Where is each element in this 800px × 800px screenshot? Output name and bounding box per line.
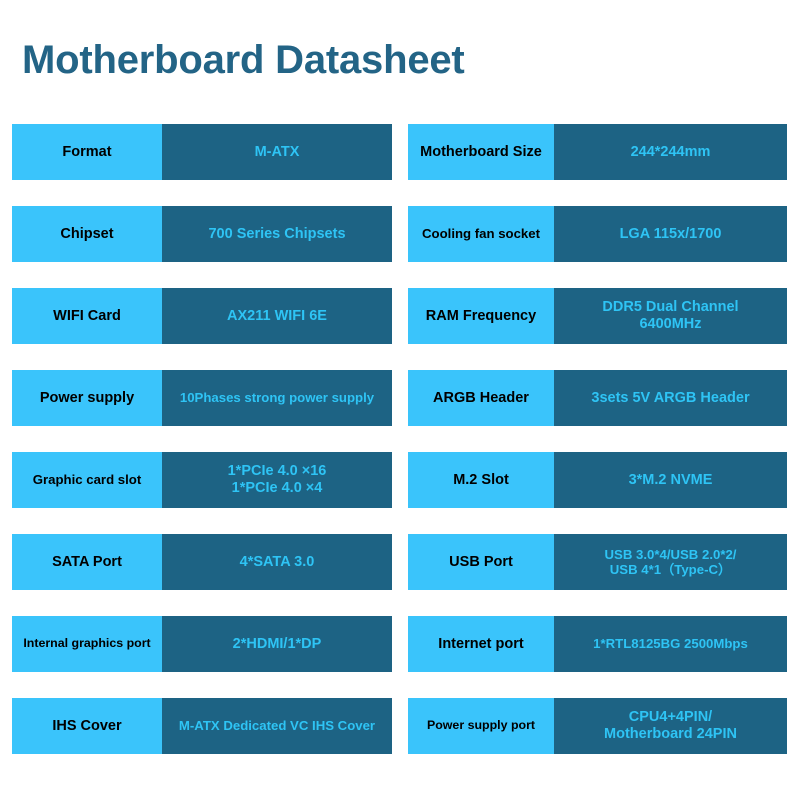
spec-row: RAM Frequency DDR5 Dual Channel 6400MHz [408,288,787,344]
spec-tables: Format M-ATX Chipset 700 Series Chipsets… [0,124,800,754]
spec-value-argb-header: 3sets 5V ARGB Header [554,370,787,426]
spec-label-wifi-card: WIFI Card [12,288,162,344]
spec-value-power-supply: 10Phases strong power supply [162,370,392,426]
page-title: Motherboard Datasheet [22,38,465,82]
spec-table-right-column: Motherboard Size 244*244mm Cooling fan s… [408,124,787,754]
spec-row: Chipset 700 Series Chipsets [12,206,392,262]
datasheet-page: Motherboard Datasheet Format M-ATX Chips… [0,0,800,800]
spec-label-sata-port: SATA Port [12,534,162,590]
spec-row: Motherboard Size 244*244mm [408,124,787,180]
spec-label-m2-slot: M.2 Slot [408,452,554,508]
spec-label-graphic-card-slot: Graphic card slot [12,452,162,508]
spec-value-power-supply-port: CPU4+4PIN/ Motherboard 24PIN [554,698,787,754]
spec-value-sata-port: 4*SATA 3.0 [162,534,392,590]
spec-label-ihs-cover: IHS Cover [12,698,162,754]
spec-value-graphic-card-slot: 1*PCIe 4.0 ×16 1*PCIe 4.0 ×4 [162,452,392,508]
spec-row: WIFI Card AX211 WIFI 6E [12,288,392,344]
spec-value-cooling-fan-socket: LGA 115x/1700 [554,206,787,262]
spec-row: Cooling fan socket LGA 115x/1700 [408,206,787,262]
spec-row: SATA Port 4*SATA 3.0 [12,534,392,590]
spec-row: Power supply port CPU4+4PIN/ Motherboard… [408,698,787,754]
spec-label-cooling-fan-socket: Cooling fan socket [408,206,554,262]
spec-label-internet-port: Internet port [408,616,554,672]
spec-label-power-supply: Power supply [12,370,162,426]
spec-row: ARGB Header 3sets 5V ARGB Header [408,370,787,426]
spec-value-wifi-card: AX211 WIFI 6E [162,288,392,344]
spec-label-chipset: Chipset [12,206,162,262]
spec-value-internal-graphics-port: 2*HDMI/1*DP [162,616,392,672]
spec-row: Graphic card slot 1*PCIe 4.0 ×16 1*PCIe … [12,452,392,508]
spec-value-usb-port: USB 3.0*4/USB 2.0*2/ USB 4*1（Type-C） [554,534,787,590]
spec-table-left-column: Format M-ATX Chipset 700 Series Chipsets… [12,124,392,754]
spec-row: Format M-ATX [12,124,392,180]
spec-value-chipset: 700 Series Chipsets [162,206,392,262]
spec-row: Internet port 1*RTL8125BG 2500Mbps [408,616,787,672]
spec-row: Internal graphics port 2*HDMI/1*DP [12,616,392,672]
spec-label-power-supply-port: Power supply port [408,698,554,754]
spec-label-motherboard-size: Motherboard Size [408,124,554,180]
spec-row: USB Port USB 3.0*4/USB 2.0*2/ USB 4*1（Ty… [408,534,787,590]
spec-label-argb-header: ARGB Header [408,370,554,426]
spec-value-ihs-cover: M-ATX Dedicated VC IHS Cover [162,698,392,754]
spec-value-ram-frequency: DDR5 Dual Channel 6400MHz [554,288,787,344]
spec-value-motherboard-size: 244*244mm [554,124,787,180]
spec-row: Power supply 10Phases strong power suppl… [12,370,392,426]
spec-label-usb-port: USB Port [408,534,554,590]
spec-value-internet-port: 1*RTL8125BG 2500Mbps [554,616,787,672]
spec-label-internal-graphics-port: Internal graphics port [12,616,162,672]
spec-value-format: M-ATX [162,124,392,180]
spec-value-m2-slot: 3*M.2 NVME [554,452,787,508]
spec-row: M.2 Slot 3*M.2 NVME [408,452,787,508]
spec-row: IHS Cover M-ATX Dedicated VC IHS Cover [12,698,392,754]
spec-label-format: Format [12,124,162,180]
spec-label-ram-frequency: RAM Frequency [408,288,554,344]
